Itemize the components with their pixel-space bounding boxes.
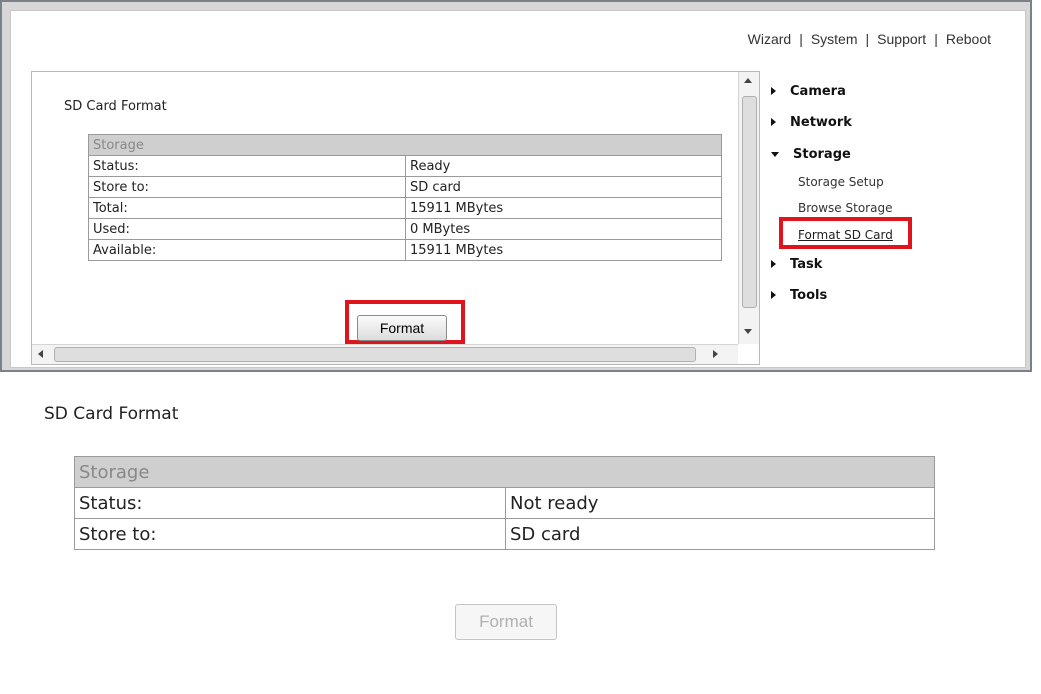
nav-tools-label: Tools [790, 287, 828, 303]
format-button-disabled: Format [455, 604, 557, 640]
scroll-right-arrow-icon[interactable] [713, 350, 718, 358]
row-label: Used: [88, 218, 406, 240]
camera-web-ui-window: Wizard | System | Support | Reboot SD Card For… [0, 0, 1032, 372]
row-value: Not ready [505, 487, 935, 519]
table-header-row: Storage [88, 134, 722, 156]
row-value: SD card [505, 518, 935, 550]
nav-tools[interactable]: Tools [771, 285, 827, 305]
row-value: Ready [405, 155, 722, 177]
table-row: Total: 15911 MBytes [88, 197, 722, 219]
scroll-up-arrow-icon[interactable] [744, 78, 752, 83]
row-label: Total: [88, 197, 406, 219]
scroll-left-arrow-icon[interactable] [38, 350, 43, 358]
table-row: Status: Ready [88, 155, 722, 177]
nav-network-label: Network [790, 114, 852, 130]
scroll-down-arrow-icon[interactable] [744, 329, 752, 334]
table-header: Storage [74, 456, 935, 488]
row-value: 15911 MBytes [405, 197, 722, 219]
page-title: SD Card Format [44, 404, 179, 424]
triangle-right-icon [771, 291, 776, 299]
table-header-row: Storage [74, 456, 935, 488]
row-value: SD card [405, 176, 722, 198]
triangle-right-icon [771, 260, 776, 268]
nav-storage-label: Storage [793, 146, 851, 162]
row-label: Available: [88, 239, 406, 261]
separator: | [799, 31, 803, 47]
row-value: 15911 MBytes [405, 239, 722, 261]
nav-network[interactable]: Network [771, 112, 852, 132]
row-label: Status: [88, 155, 406, 177]
nav-browse-storage[interactable]: Browse Storage [798, 201, 892, 215]
nav-task[interactable]: Task [771, 254, 822, 274]
page-title: SD Card Format [64, 99, 167, 114]
row-label: Store to: [88, 176, 406, 198]
link-system[interactable]: System [811, 31, 858, 47]
top-links: Wizard | System | Support | Reboot [746, 31, 993, 47]
triangle-right-icon [771, 118, 776, 126]
row-label: Status: [74, 487, 506, 519]
row-label: Store to: [74, 518, 506, 550]
link-support[interactable]: Support [877, 31, 926, 47]
row-value: 0 MBytes [405, 218, 722, 240]
horizontal-scroll-thumb[interactable] [54, 347, 696, 362]
vertical-scroll-thumb[interactable] [742, 96, 757, 308]
content-frame: SD Card Format Storage Status: Ready Sto… [31, 71, 760, 365]
format-button[interactable]: Format [357, 315, 447, 341]
nav-task-label: Task [790, 256, 823, 272]
storage-table: Storage Status: Not ready Store to: SD c… [74, 456, 935, 550]
triangle-right-icon [771, 87, 776, 95]
table-row: Store to: SD card [74, 518, 935, 550]
link-wizard[interactable]: Wizard [748, 31, 792, 47]
table-row: Available: 15911 MBytes [88, 239, 722, 261]
table-header: Storage [88, 134, 722, 156]
nav-format-sd-card[interactable]: Format SD Card [798, 228, 893, 242]
separator: | [865, 31, 870, 47]
storage-table: Storage Status: Ready Store to: SD card … [88, 134, 722, 261]
table-row: Status: Not ready [74, 487, 935, 519]
table-row: Store to: SD card [88, 176, 722, 198]
web-ui-page: Wizard | System | Support | Reboot SD Card For… [10, 10, 1026, 368]
nav-storage-setup[interactable]: Storage Setup [798, 175, 884, 189]
nav-storage[interactable]: Storage [771, 144, 851, 164]
table-row: Used: 0 MBytes [88, 218, 722, 240]
vertical-scrollbar[interactable] [738, 72, 759, 344]
nav-camera-label: Camera [790, 83, 846, 99]
triangle-down-icon [771, 151, 779, 157]
nav-camera[interactable]: Camera [771, 81, 846, 101]
horizontal-scrollbar[interactable] [32, 344, 738, 364]
separator: | [934, 31, 938, 47]
link-reboot[interactable]: Reboot [946, 31, 991, 47]
